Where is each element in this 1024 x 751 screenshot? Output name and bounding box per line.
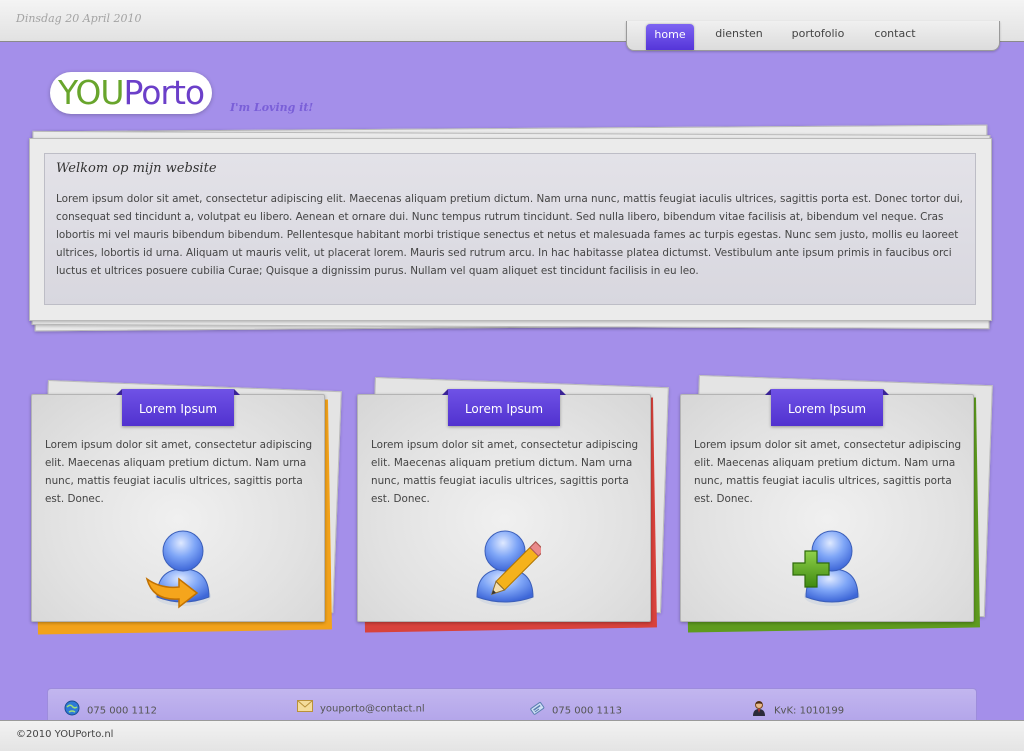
fax-icon xyxy=(529,700,545,721)
fax-number: 075 000 1113 xyxy=(552,705,622,717)
welcome-text: Lorem ipsum dolor sit amet, consectetur … xyxy=(56,193,963,277)
logo-porto: Porto xyxy=(123,73,205,112)
copyright-bar: ©2010 YOUPorto.nl xyxy=(0,720,1024,751)
nav-portofolio[interactable]: portofolio xyxy=(784,23,852,45)
box-3-title: Lorem Ipsum xyxy=(765,389,889,426)
phone-number: 075 000 1112 xyxy=(87,705,157,717)
footer-email[interactable]: youporto@contact.nl xyxy=(297,700,425,717)
kvk-number: KvK: 1010199 xyxy=(774,705,845,717)
footer-fax: 075 000 1113 xyxy=(529,700,622,717)
contact-bar: 075 000 1112 youporto@contact.nl 075 000… xyxy=(47,688,977,721)
footer-kvk: KvK: 1010199 xyxy=(751,700,845,717)
nav-home[interactable]: home xyxy=(646,24,694,50)
businessman-icon xyxy=(751,700,767,721)
user-edit-icon xyxy=(469,521,545,609)
nav-contact[interactable]: contact xyxy=(865,23,925,45)
user-add-icon xyxy=(792,521,864,609)
tagline: I'm Loving it! xyxy=(230,101,314,114)
welcome-content: Welkom op mijn website Lorem ipsum dolor… xyxy=(44,153,976,305)
site-logo[interactable]: YOUPorto xyxy=(50,72,213,114)
box-1-text: Lorem ipsum dolor sit amet, consectetur … xyxy=(45,439,313,505)
user-arrow-icon xyxy=(143,521,215,609)
nav-diensten[interactable]: diensten xyxy=(707,23,771,45)
logo-you: YOU xyxy=(58,73,124,112)
box-1-title: Lorem Ipsum xyxy=(116,389,240,426)
box-3-text: Lorem ipsum dolor sit amet, consectetur … xyxy=(694,439,962,505)
feature-box-1: Lorem Ipsum Lorem ipsum dolor sit amet, … xyxy=(31,389,325,622)
feature-box-3: Lorem Ipsum Lorem ipsum dolor sit amet, … xyxy=(680,389,974,622)
feature-box-2: Lorem Ipsum Lorem ipsum dolor sit amet, … xyxy=(357,389,651,622)
main-nav: home diensten portofolio contact xyxy=(626,21,1000,51)
footer-phone: 075 000 1112 xyxy=(64,700,157,717)
email-address[interactable]: youporto@contact.nl xyxy=(320,704,425,715)
globe-icon xyxy=(64,700,80,721)
envelope-icon xyxy=(297,700,313,717)
copyright-text: ©2010 YOUPorto.nl xyxy=(16,729,114,740)
welcome-title: Welkom op mijn website xyxy=(56,161,217,176)
box-2-title: Lorem Ipsum xyxy=(442,389,566,426)
box-2-text: Lorem ipsum dolor sit amet, consectetur … xyxy=(371,439,639,505)
current-date: Dinsdag 20 April 2010 xyxy=(16,12,142,25)
